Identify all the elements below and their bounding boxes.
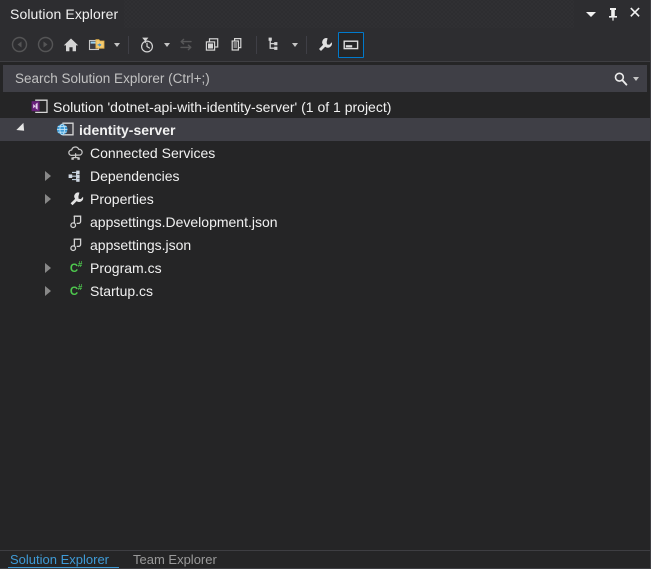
chevron-right-icon — [45, 193, 51, 204]
visual-studio-solution-icon — [30, 95, 48, 118]
program-cs-label: Program.cs — [90, 259, 162, 276]
cloud-connected-services-icon — [67, 141, 85, 164]
refresh-button[interactable] — [199, 32, 225, 58]
collapse-all-button[interactable] — [225, 32, 251, 58]
chevron-down-icon — [16, 122, 28, 134]
sync-arrows-icon — [180, 38, 192, 50]
properties-wrench-button[interactable] — [312, 32, 338, 58]
chevron-down-icon — [113, 42, 120, 47]
appsettings-json-label: appsettings.json — [90, 236, 192, 253]
titlebar-drag-grip[interactable] — [124, 0, 574, 28]
startup-cs-twisty[interactable] — [40, 279, 56, 302]
tab-team-explorer[interactable]: Team Explorer — [131, 551, 227, 567]
show-all-files-icon — [268, 37, 278, 50]
chevron-right-icon — [45, 285, 51, 296]
properties-window-icon — [343, 39, 359, 49]
refresh-windows-icon — [205, 37, 219, 51]
csharp-file-icon: C# — [69, 260, 83, 275]
twisty-placeholder — [40, 141, 56, 164]
tab-solution-explorer-label: Solution Explorer — [10, 552, 109, 567]
home-icon — [63, 38, 79, 51]
project-identity-server[interactable]: identity-server — [0, 118, 650, 141]
file-startup-cs[interactable]: C# Startup.cs — [0, 279, 650, 302]
startup-cs-label: Startup.cs — [90, 282, 154, 299]
back-button[interactable] — [6, 32, 32, 58]
file-appsettings-development-json[interactable]: appsettings.Development.json — [0, 210, 650, 233]
chevron-down-icon — [291, 42, 298, 47]
twisty-placeholder — [14, 95, 30, 118]
dependencies-twisty[interactable] — [40, 164, 56, 187]
properties-node[interactable]: Properties — [0, 187, 650, 210]
tool-window-tabstrip: Solution Explorer Team Explorer — [0, 550, 650, 568]
project-identity-server-label: identity-server — [79, 121, 176, 138]
search-input[interactable] — [13, 70, 613, 87]
solution-explorer-window: Solution Explorer ✕ Search Solution Expl… — [0, 0, 651, 569]
forward-button[interactable] — [32, 32, 58, 58]
dependencies-label: Dependencies — [90, 167, 180, 184]
file-appsettings-json[interactable]: appsettings.json — [0, 233, 650, 256]
back-arrow-icon — [11, 36, 27, 53]
pending-changes-dropdown[interactable] — [160, 32, 173, 58]
solution-node[interactable]: Solution 'dotnet-api-with-identity-serve… — [0, 95, 650, 118]
chevron-down-icon — [632, 76, 639, 81]
solution-tree[interactable]: Solution 'dotnet-api-with-identity-serve… — [0, 94, 650, 550]
pin-icon — [609, 8, 617, 21]
chevron-right-icon — [45, 262, 51, 273]
solution-views-button[interactable] — [84, 32, 110, 58]
search-options-dropdown[interactable] — [629, 66, 642, 92]
wrench-icon — [67, 187, 85, 210]
auto-hide-pin[interactable] — [602, 2, 624, 26]
project-twisty-expanded[interactable] — [14, 118, 30, 141]
close-window[interactable]: ✕ — [624, 2, 646, 26]
tab-team-explorer-label: Team Explorer — [133, 552, 217, 567]
solution-explorer-toolbar — [0, 28, 650, 62]
pending-changes-button[interactable] — [134, 32, 160, 58]
page-title: Solution Explorer — [10, 6, 119, 22]
toolbar-separator — [256, 35, 257, 54]
home-button[interactable] — [58, 32, 84, 58]
json-file-icon — [67, 233, 85, 256]
solution-folder-icon — [88, 38, 105, 50]
solution-node-label: Solution 'dotnet-api-with-identity-serve… — [53, 98, 392, 115]
clock-filter-icon — [140, 37, 154, 53]
preview-pane-button[interactable] — [338, 31, 364, 58]
sync-button[interactable] — [173, 32, 199, 58]
dependencies-nodes-icon — [67, 164, 85, 187]
collapse-all-icon — [231, 37, 242, 51]
csharp-file-icon: C# — [69, 283, 83, 298]
window-menu-chevron[interactable] — [580, 2, 602, 26]
search-bar[interactable] — [3, 65, 647, 92]
twisty-placeholder — [40, 210, 56, 233]
search-icon[interactable] — [613, 71, 629, 87]
show-all-files-button[interactable] — [262, 32, 288, 58]
json-file-icon — [67, 210, 85, 233]
tab-solution-explorer[interactable]: Solution Explorer — [8, 551, 119, 568]
show-all-files-dropdown[interactable] — [288, 32, 301, 58]
window-titlebar[interactable]: Solution Explorer ✕ — [0, 0, 650, 28]
toolbar-separator — [128, 35, 129, 54]
twisty-placeholder — [40, 233, 56, 256]
web-project-globe-icon — [56, 118, 74, 141]
close-icon: ✕ — [628, 5, 642, 22]
properties-label: Properties — [90, 190, 154, 207]
chevron-down-icon — [586, 11, 596, 17]
connected-services-label: Connected Services — [90, 144, 216, 161]
program-cs-twisty[interactable] — [40, 256, 56, 279]
toolbar-separator — [306, 35, 307, 54]
properties-twisty[interactable] — [40, 187, 56, 210]
chevron-down-icon — [163, 42, 170, 47]
file-program-cs[interactable]: C# Program.cs — [0, 256, 650, 279]
solution-views-dropdown[interactable] — [110, 32, 123, 58]
forward-arrow-icon — [37, 36, 53, 53]
wrench-icon — [319, 37, 332, 51]
chevron-right-icon — [45, 170, 51, 181]
dependencies-node[interactable]: Dependencies — [0, 164, 650, 187]
appsettings-development-json-label: appsettings.Development.json — [90, 213, 278, 230]
connected-services-node[interactable]: Connected Services — [0, 141, 650, 164]
